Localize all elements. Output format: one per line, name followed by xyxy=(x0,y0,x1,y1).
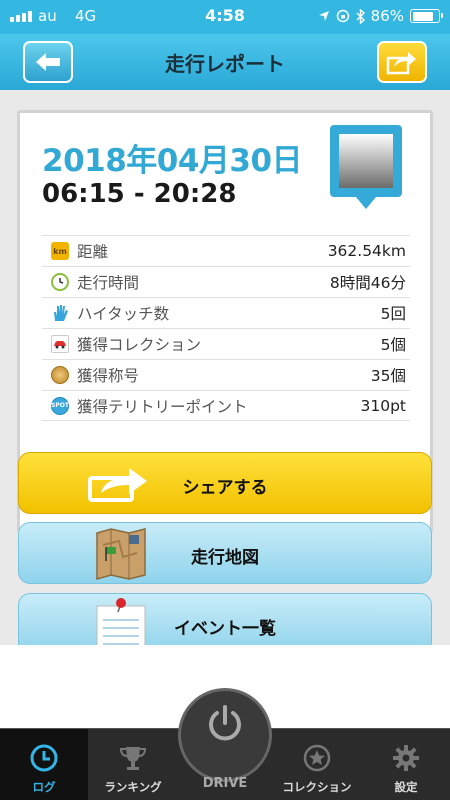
tab-settings[interactable]: 設定 xyxy=(362,729,450,800)
stat-row-collection: 獲得コレクション 5個 xyxy=(42,328,410,359)
drive-button[interactable] xyxy=(178,688,272,782)
rotation-lock-icon xyxy=(336,9,349,23)
tab-log[interactable]: ログ xyxy=(0,729,88,800)
car-icon xyxy=(51,335,69,353)
share-arrow-icon xyxy=(386,52,416,75)
report-time-range: 06:15 - 20:28 xyxy=(42,179,237,209)
content-area: 2018年04月30日 06:15 - 20:28 km 距離 362.54km xyxy=(0,90,450,645)
trophy-icon xyxy=(119,747,147,770)
clock-icon xyxy=(51,273,69,291)
status-bar: au 4G 4:58 86% xyxy=(0,0,450,34)
route-map-button-label: 走行地図 xyxy=(191,548,259,568)
stat-label: ハイタッチ数 xyxy=(77,305,170,323)
location-arrow-icon xyxy=(318,11,329,21)
power-icon xyxy=(209,705,241,741)
share-top-button[interactable] xyxy=(377,41,427,83)
stat-value: 362.54km xyxy=(327,242,406,260)
tab-log-label: ログ xyxy=(32,780,56,794)
stat-value: 5回 xyxy=(380,305,406,323)
event-list-button[interactable]: イベント一覧 xyxy=(18,593,432,645)
share-button-label: シェアする xyxy=(182,478,268,498)
tab-collection-label: コレクション xyxy=(282,780,352,794)
photo-pin-icon[interactable] xyxy=(328,123,404,215)
battery-icon xyxy=(410,9,443,23)
battery-percent: 86% xyxy=(370,7,404,25)
tab-settings-label: 設定 xyxy=(394,780,418,794)
stat-label: 獲得テリトリーポイント xyxy=(77,397,248,416)
stat-value: 8時間46分 xyxy=(329,274,406,292)
stat-value: 35個 xyxy=(370,367,406,385)
star-icon xyxy=(303,744,331,772)
gear-icon xyxy=(393,745,419,771)
stat-label: 距離 xyxy=(77,243,109,261)
stat-row-titles: 獲得称号 35個 xyxy=(42,359,410,390)
stat-value: 310pt xyxy=(360,396,406,415)
stat-label: 走行時間 xyxy=(77,274,140,292)
stats-list: km 距離 362.54km 走行時間 8時間46分 ハイタッチ数 5回 獲得コ… xyxy=(42,235,410,421)
share-button[interactable]: シェアする xyxy=(18,452,432,514)
report-date: 2018年04月30日 xyxy=(42,143,303,179)
stat-value: 5個 xyxy=(380,336,406,354)
event-list-button-label: イベント一覧 xyxy=(174,619,276,639)
tab-ranking[interactable]: ランキング xyxy=(88,729,178,800)
spot-icon: SPOT xyxy=(51,396,69,415)
high-five-icon xyxy=(51,304,69,322)
route-map-button[interactable]: 走行地図 xyxy=(18,522,432,584)
nav-bar: 走行レポート xyxy=(0,34,450,90)
stat-label: 獲得称号 xyxy=(77,367,140,385)
status-right-icons: 86% xyxy=(318,7,443,25)
stat-row-distance: km 距離 362.54km xyxy=(42,235,410,266)
km-icon: km xyxy=(51,242,69,260)
clock-icon xyxy=(30,744,58,772)
stat-row-drive-time: 走行時間 8時間46分 xyxy=(42,266,410,297)
tab-ranking-label: ランキング xyxy=(104,780,162,794)
stat-label: 獲得コレクション xyxy=(77,336,202,354)
stat-row-territory: SPOT 獲得テリトリーポイント 310pt xyxy=(42,390,410,421)
tab-collection[interactable]: コレクション xyxy=(272,729,362,800)
stat-row-high-five: ハイタッチ数 5回 xyxy=(42,297,410,328)
bluetooth-icon xyxy=(356,8,365,24)
drive-label: DRIVE xyxy=(202,776,248,791)
medal-icon xyxy=(51,366,69,384)
